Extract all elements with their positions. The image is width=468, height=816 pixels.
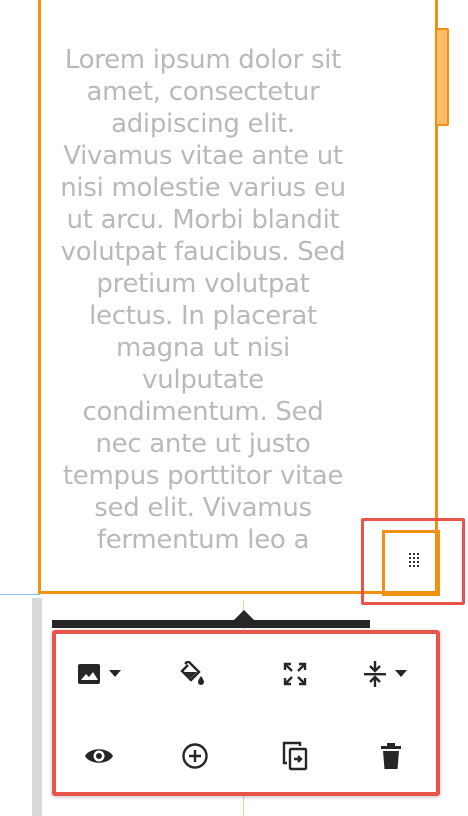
text-block-scrollbar[interactable] [435,28,449,126]
eye-icon [84,746,114,766]
image-icon [77,663,103,685]
canvas-gutter [0,0,36,816]
element-toolbar [52,630,440,796]
add-element-button[interactable] [160,726,230,786]
chevron-down-icon [395,670,407,678]
fullscreen-icon [283,662,307,686]
fill-color-icon [179,661,207,687]
duplicate-icon [282,741,308,771]
drag-grid-icon[interactable] [407,551,425,571]
delete-button[interactable] [356,726,426,786]
image-dropdown-button[interactable] [64,644,134,704]
visibility-button[interactable] [64,726,134,786]
alignment-guide-horizontal [0,594,40,595]
toolbar-top-bar [52,620,370,628]
canvas-edge [32,598,42,816]
fullscreen-button[interactable] [260,644,330,704]
chevron-down-icon [109,670,121,678]
vertical-align-dropdown-button[interactable] [350,644,420,704]
toolbar-caret [233,610,255,621]
trash-icon [381,743,401,769]
fill-color-button[interactable] [158,644,228,704]
text-block-content[interactable]: Lorem ipsum dolor sit amet, consectetur … [38,44,368,556]
vertical-align-center-icon [363,661,387,687]
duplicate-button[interactable] [260,726,330,786]
add-circle-icon [181,742,209,770]
